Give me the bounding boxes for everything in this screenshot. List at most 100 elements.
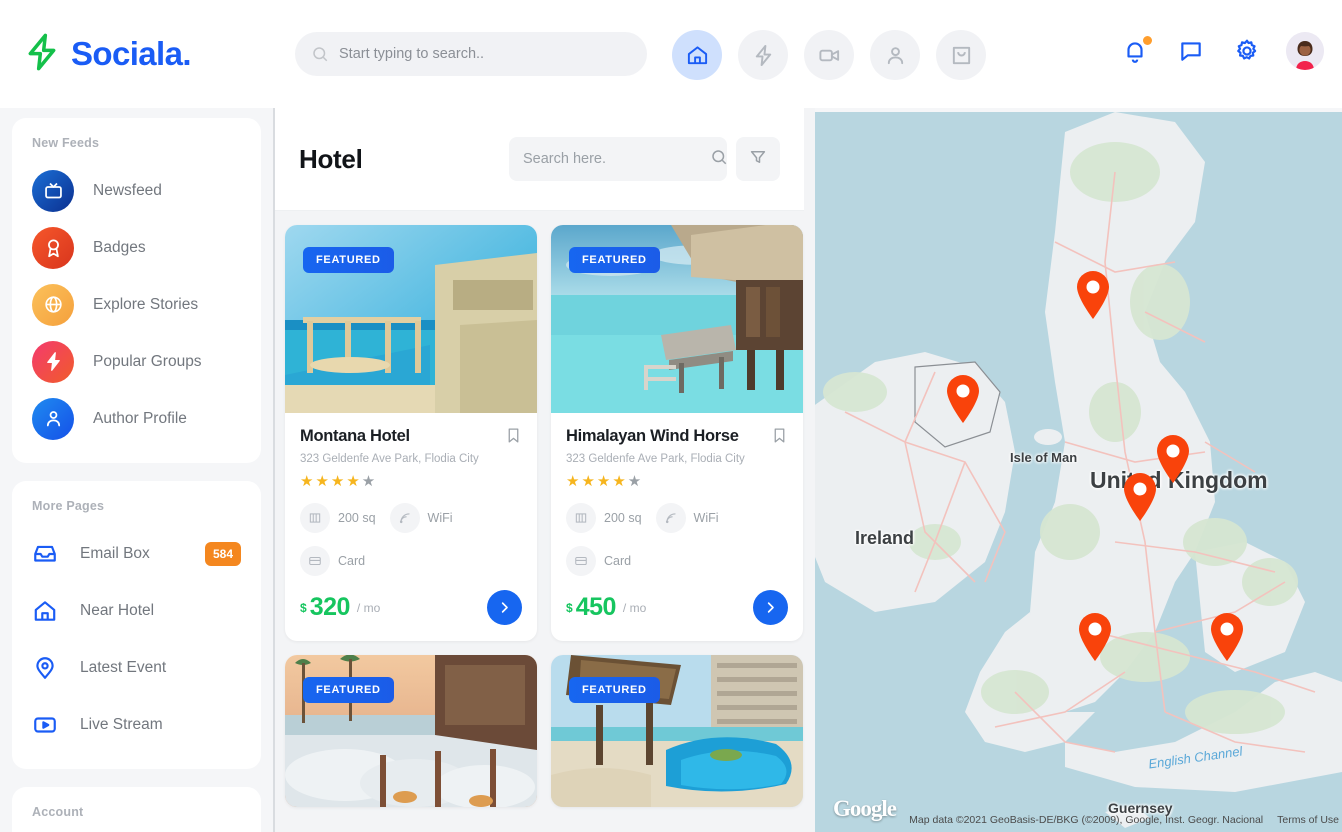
sidebar-divider[interactable] xyxy=(273,108,275,832)
sidebar-label: Explore Stories xyxy=(93,295,199,313)
hotel-card[interactable]: FEATURED Himalayan Wind Horse 323 Gelden… xyxy=(551,225,803,641)
feature-size: 200 sq xyxy=(300,503,376,533)
notification-dot xyxy=(1143,36,1152,45)
account-title: Account xyxy=(32,805,84,819)
featured-badge: FEATURED xyxy=(569,247,660,273)
messages-button[interactable] xyxy=(1178,38,1204,64)
hotel-price-row: $ 320 / mo xyxy=(300,590,522,625)
sidebar-item-author-profile[interactable]: Author Profile xyxy=(32,390,241,447)
bookmark-icon[interactable] xyxy=(505,427,522,449)
global-search-input[interactable] xyxy=(339,46,609,62)
hotel-list-column: Hotel Search here. FEATURED Montana Hote… xyxy=(275,108,815,832)
notifications-button[interactable] xyxy=(1122,36,1152,64)
nav-profile-button[interactable] xyxy=(870,30,920,80)
search-icon xyxy=(710,148,728,171)
hotel-price-row: $ 450 / mo xyxy=(566,590,788,625)
user-avatar[interactable] xyxy=(1286,32,1324,70)
map-panel[interactable]: United Kingdom Ireland Isle of Man Guern… xyxy=(815,112,1342,832)
nav-shop-button[interactable] xyxy=(936,30,986,80)
hotel-card[interactable]: FEATURED xyxy=(551,655,803,807)
global-search[interactable] xyxy=(295,32,647,76)
attribution-text: Map data ©2021 GeoBasis-DE/BKG (©2009), … xyxy=(909,814,1264,826)
rating-stars: ★★★★★ xyxy=(300,473,378,490)
home-icon xyxy=(32,598,62,624)
map-pin[interactable] xyxy=(1207,610,1247,662)
feature-label: 200 sq xyxy=(604,511,642,525)
hotel-image: FEATURED xyxy=(551,225,803,413)
play-icon xyxy=(32,712,62,738)
card-icon xyxy=(300,546,330,576)
feature-size: 200 sq xyxy=(566,503,642,533)
map-pin[interactable] xyxy=(1120,470,1160,522)
hotel-image: FEATURED xyxy=(285,225,537,413)
hotel-name: Himalayan Wind Horse xyxy=(566,427,739,445)
header-right-actions xyxy=(1122,32,1324,70)
view-hotel-button[interactable] xyxy=(487,590,522,625)
feature-label: WiFi xyxy=(427,511,453,525)
google-logo: Google xyxy=(833,796,897,821)
hotel-features: 200 sq WiFi xyxy=(300,503,522,533)
price-value: 450 xyxy=(575,593,617,621)
map-pin[interactable] xyxy=(1073,268,1113,320)
hotel-features: 200 sq WiFi xyxy=(566,503,788,533)
hotel-image: FEATURED xyxy=(551,655,803,807)
sidebar-item-latest-event[interactable]: Latest Event xyxy=(32,639,241,696)
lightning-icon xyxy=(32,340,74,383)
sidebar-item-badges[interactable]: Badges xyxy=(32,219,241,276)
featured-badge: FEATURED xyxy=(303,247,394,273)
feature-wifi: WiFi xyxy=(655,503,719,533)
hotel-payment: Card xyxy=(300,546,522,576)
sidebar-item-newsfeed[interactable]: Newsfeed xyxy=(32,162,241,219)
person-icon xyxy=(32,397,74,440)
area-icon xyxy=(300,503,330,533)
settings-button[interactable] xyxy=(1234,38,1260,64)
map-attribution: Map data ©2021 GeoBasis-DE/BKG (©2009), … xyxy=(909,814,1339,826)
sidebar-label: Near Hotel xyxy=(80,601,155,619)
sidebar-label: Newsfeed xyxy=(93,181,162,199)
tv-icon xyxy=(32,169,74,212)
filter-button[interactable] xyxy=(736,137,780,181)
hotel-image: FEATURED xyxy=(285,655,537,807)
hotel-search[interactable] xyxy=(509,137,727,181)
hotel-search-input[interactable] xyxy=(523,151,710,167)
sidebar-item-live-stream[interactable]: Live Stream xyxy=(32,696,241,753)
bookmark-icon[interactable] xyxy=(771,427,788,449)
area-icon xyxy=(566,503,596,533)
feature-wifi: WiFi xyxy=(389,503,453,533)
terms-of-use-link[interactable]: Terms of Use xyxy=(1277,814,1339,826)
currency-symbol: $ xyxy=(300,600,307,615)
feature-label: WiFi xyxy=(693,511,719,525)
account-panel: Account Settings xyxy=(12,787,261,832)
nav-home-button[interactable] xyxy=(672,30,722,80)
more-pages-title: More Pages xyxy=(32,499,105,513)
sidebar-item-explore-stories[interactable]: Explore Stories xyxy=(32,276,241,333)
globe-icon xyxy=(32,283,74,326)
map-pin[interactable] xyxy=(1075,610,1115,662)
nav-lightning-button[interactable] xyxy=(738,30,788,80)
hotel-card[interactable]: FEATURED Montana Hotel 323 Geldenfe Ave … xyxy=(285,225,537,641)
sidebar-label: Email Box xyxy=(80,544,150,562)
map-canvas xyxy=(815,112,1342,832)
hotel-card[interactable]: FEATURED xyxy=(285,655,537,807)
award-icon xyxy=(32,226,74,269)
featured-badge: FEATURED xyxy=(569,677,660,703)
view-hotel-button[interactable] xyxy=(753,590,788,625)
sidebar-item-near-hotel[interactable]: Near Hotel xyxy=(32,582,241,639)
brand-logo[interactable]: Sociala. xyxy=(22,32,272,76)
hotel-card-body: Montana Hotel 323 Geldenfe Ave Park, Flo… xyxy=(285,413,537,641)
feature-payment: Card xyxy=(566,546,631,576)
page-title: Hotel xyxy=(299,143,363,174)
rating-stars: ★★★★★ xyxy=(566,473,644,490)
hotel-address: 323 Geldenfe Ave Park, Flodia City xyxy=(566,453,745,465)
feature-label: 200 sq xyxy=(338,511,376,525)
map-pin[interactable] xyxy=(943,372,983,424)
more-pages-panel: More Pages Email Box 584 Near Hotel Late… xyxy=(12,481,261,769)
sidebar-item-popular-groups[interactable]: Popular Groups xyxy=(32,333,241,390)
nav-video-button[interactable] xyxy=(804,30,854,80)
wifi-icon xyxy=(389,503,420,533)
hotel-header: Hotel xyxy=(275,108,804,211)
map-pin-icon xyxy=(32,655,62,681)
feature-label: Card xyxy=(338,554,366,568)
sidebar-item-email-box[interactable]: Email Box 584 xyxy=(32,525,241,582)
sidebar-label: Popular Groups xyxy=(93,352,202,370)
